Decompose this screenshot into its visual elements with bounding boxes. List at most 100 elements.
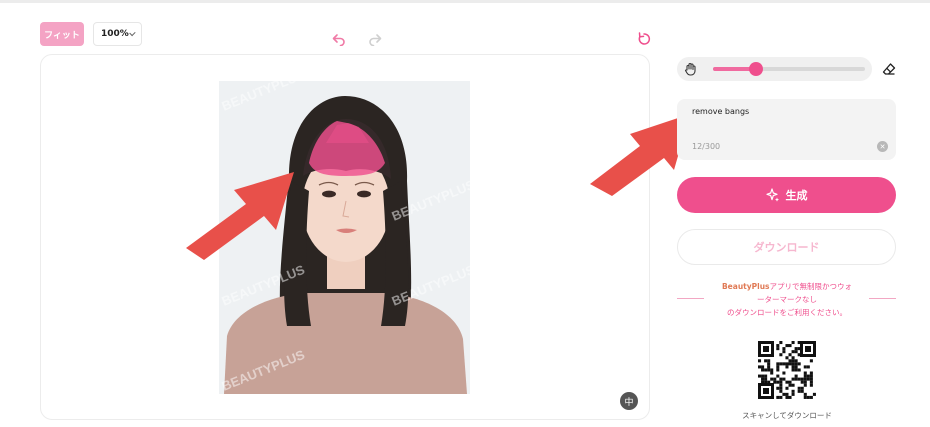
qr-module — [788, 380, 792, 384]
generate-button[interactable]: 生成 — [677, 177, 896, 213]
qr-module — [788, 362, 792, 366]
qr-module — [767, 368, 771, 372]
qr-module — [794, 365, 798, 369]
qr-module — [761, 374, 765, 378]
qr-module — [761, 368, 765, 372]
qr-module — [785, 362, 789, 366]
qr-module — [812, 392, 816, 396]
brush-size-knob[interactable] — [749, 62, 763, 76]
qr-module — [785, 356, 789, 360]
qr-module — [776, 368, 780, 372]
qr-module — [803, 374, 807, 378]
qr-module — [788, 395, 792, 399]
prompt-input[interactable]: remove bangs 12/300 ✕ — [677, 99, 896, 160]
qr-module — [803, 371, 807, 375]
qr-module — [806, 395, 810, 399]
qr-module — [767, 380, 771, 384]
app-promo-text: BeautyPlusアプリで無制限かつウォ ーターマークなし のダウンロードをご… — [708, 280, 866, 319]
qr-module — [803, 380, 807, 384]
qr-module — [779, 395, 783, 399]
redo-icon[interactable] — [368, 32, 382, 46]
qr-module — [791, 377, 795, 381]
undo-icon[interactable] — [332, 32, 346, 46]
qr-module — [779, 353, 783, 357]
eraser-icon[interactable] — [882, 62, 896, 76]
qr-module — [791, 356, 795, 360]
qr-module — [758, 365, 762, 369]
qr-module — [785, 386, 789, 390]
divider-right — [869, 298, 896, 299]
brush-size-track[interactable] — [713, 62, 865, 76]
qr-module — [809, 377, 813, 381]
qr-module — [791, 389, 795, 393]
qr-module — [809, 395, 813, 399]
qr-module — [785, 365, 789, 369]
qr-module — [809, 380, 813, 384]
qr-module — [782, 371, 786, 375]
qr-module — [761, 365, 765, 369]
qr-module — [776, 380, 780, 384]
qr-module — [791, 392, 795, 396]
qr-module — [761, 380, 765, 384]
qr-module — [809, 383, 813, 387]
qr-module — [809, 359, 813, 363]
qr-module — [770, 368, 774, 372]
qr-module — [764, 377, 768, 381]
brand-name: BeautyPlus — [721, 282, 770, 291]
brush-size-slider[interactable] — [677, 57, 872, 81]
qr-module — [782, 392, 786, 396]
qr-module — [782, 377, 786, 381]
qr-module — [797, 368, 801, 372]
qr-module — [797, 353, 801, 357]
qr-module — [797, 347, 801, 351]
qr-module — [779, 383, 783, 387]
qr-module — [782, 347, 786, 351]
qr-module — [773, 380, 777, 384]
qr-module — [776, 365, 780, 369]
qr-module — [788, 353, 792, 357]
qr-module — [797, 362, 801, 366]
qr-module — [794, 374, 798, 378]
qr-module — [800, 380, 804, 384]
qr-module — [797, 341, 801, 345]
qr-module — [779, 389, 783, 393]
qr-module — [791, 350, 795, 354]
qr-module — [809, 374, 813, 378]
clear-icon[interactable]: ✕ — [877, 141, 888, 152]
qr-module — [803, 392, 807, 396]
top-divider — [0, 0, 930, 3]
qr-module — [809, 371, 813, 375]
chevron-down-icon — [129, 29, 136, 36]
qr-module — [776, 386, 780, 390]
download-button[interactable]: ダウンロード — [677, 229, 896, 265]
qr-module — [767, 365, 771, 369]
hand-icon[interactable] — [683, 61, 699, 77]
qr-module — [773, 377, 777, 381]
qr-module — [785, 392, 789, 396]
qr-module — [791, 365, 795, 369]
qr-module — [776, 395, 780, 399]
qr-module — [764, 380, 768, 384]
qr-module — [758, 374, 762, 378]
qr-module — [785, 380, 789, 384]
qr-module — [776, 347, 780, 351]
qr-module — [776, 344, 780, 348]
divider-left — [677, 298, 704, 299]
fit-button[interactable]: フィット — [40, 22, 84, 46]
qr-module — [806, 377, 810, 381]
compare-icon[interactable]: 中 — [620, 392, 638, 410]
zoom-value: 100% — [101, 29, 129, 39]
qr-module — [770, 377, 774, 381]
qr-module — [791, 359, 795, 363]
qr-module — [758, 359, 762, 363]
qr-module — [779, 377, 783, 381]
qr-module — [794, 347, 798, 351]
prompt-text[interactable]: remove bangs — [692, 107, 749, 116]
reset-icon[interactable] — [637, 32, 651, 46]
qr-module — [791, 368, 795, 372]
qr-module — [761, 377, 765, 381]
zoom-select[interactable]: 100% — [93, 22, 142, 46]
qr-module — [791, 341, 795, 345]
qr-module — [767, 359, 771, 363]
qr-caption: スキャンしてダウンロード — [742, 411, 832, 420]
